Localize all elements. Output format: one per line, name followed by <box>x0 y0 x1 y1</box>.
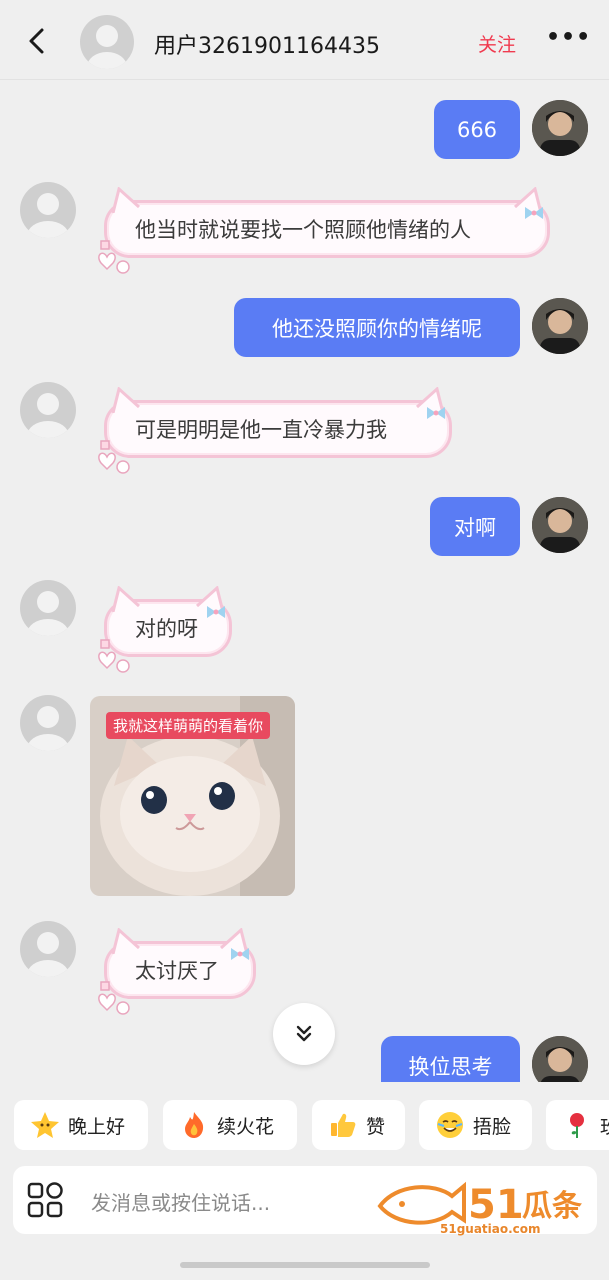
more-options-button[interactable]: ••• <box>546 27 590 54</box>
apps-grid-icon[interactable] <box>27 1182 63 1218</box>
contact-avatar[interactable] <box>20 695 76 751</box>
svg-text:瓜条: 瓜条 <box>522 1189 582 1224</box>
message-text: 对啊 <box>454 515 496 540</box>
message-text: 他当时就说要找一个照顾他情绪的人 <box>135 218 471 242</box>
scroll-to-bottom-button[interactable] <box>273 1003 335 1065</box>
quick-reply-chip[interactable]: 玫 <box>546 1100 609 1150</box>
cat-ear-icon <box>111 928 141 954</box>
thumbs-up-icon <box>331 1113 356 1137</box>
heart-charm-icon <box>98 440 130 474</box>
message-bubble-self[interactable]: 他还没照顾你的情绪呢 <box>234 298 520 357</box>
quick-reply-label: 捂脸 <box>473 1115 512 1138</box>
message-text: 太讨厌了 <box>135 959 219 983</box>
chat-header: 用户3261901164435 关注 ••• <box>0 0 609 80</box>
message-list[interactable]: 666 他当时就说要找一个照顾他情绪的人 他还没照顾你的情绪呢 可是明明是他一直… <box>0 80 609 1082</box>
quick-reply-label: 续火花 <box>217 1115 275 1138</box>
message-text: 换位思考 <box>408 1054 493 1079</box>
message-text: 他还没照顾你的情绪呢 <box>272 316 482 341</box>
cat-ear-icon <box>111 187 141 213</box>
follow-button[interactable]: 关注 <box>478 30 516 57</box>
sticker-caption: 我就这样萌萌的看着你 <box>106 712 271 739</box>
heart-charm-icon <box>98 639 130 673</box>
heart-charm-icon <box>98 240 130 274</box>
message-bubble-self[interactable]: 对啊 <box>430 497 520 556</box>
contact-avatar[interactable] <box>20 580 76 636</box>
contact-avatar[interactable] <box>20 382 76 438</box>
message-bubble-self[interactable]: 换位思考 <box>381 1036 520 1082</box>
contact-name[interactable]: 用户3261901164435 <box>154 28 380 60</box>
user-photo-icon <box>532 298 588 354</box>
chevron-left-icon[interactable] <box>22 26 52 56</box>
message-input[interactable]: 发消息或按住说话... <box>91 1187 270 1216</box>
kitten-sticker[interactable]: 我就这样萌萌的看着你 <box>90 696 295 896</box>
message-text: 666 <box>456 117 498 142</box>
quick-reply-label: 赞 <box>366 1115 386 1138</box>
quick-reply-bar[interactable]: 晚上好 续火花 赞 捂脸 玫 <box>0 1094 609 1156</box>
user-photo-icon <box>532 1036 588 1082</box>
self-avatar[interactable] <box>532 497 588 553</box>
contact-avatar[interactable] <box>80 15 134 69</box>
default-user-icon <box>27 706 69 751</box>
message-text: 可是明明是他一直冷暴力我 <box>135 418 387 442</box>
default-user-icon <box>27 193 69 238</box>
default-user-icon <box>27 591 69 636</box>
quick-reply-label: 晚上好 <box>68 1115 126 1138</box>
bow-icon <box>231 948 249 960</box>
message-bubble-contact[interactable]: 他当时就说要找一个照顾他情绪的人 <box>98 187 550 274</box>
bow-icon <box>525 207 543 219</box>
bow-icon <box>427 407 445 419</box>
default-user-icon <box>27 393 69 438</box>
rose-icon <box>570 1113 584 1138</box>
facepalm-emoji-icon <box>437 1112 463 1138</box>
message-bubble-contact[interactable]: 可是明明是他一直冷暴力我 <box>98 387 452 474</box>
heart-charm-icon <box>98 981 130 1015</box>
self-avatar[interactable] <box>532 100 588 156</box>
star-face-icon <box>31 1112 59 1138</box>
message-bubble-contact[interactable]: 太讨厌了 <box>98 928 256 1015</box>
contact-avatar[interactable] <box>20 921 76 977</box>
self-avatar[interactable] <box>532 298 588 354</box>
cat-ear-icon <box>111 586 141 612</box>
user-photo-icon <box>532 100 588 156</box>
self-avatar[interactable] <box>532 1036 588 1082</box>
message-bubble-contact[interactable]: 对的呀 <box>98 586 232 673</box>
cat-ear-icon <box>111 387 141 413</box>
message-text: 对的呀 <box>135 617 198 641</box>
default-user-icon <box>27 932 69 977</box>
double-chevron-down-icon <box>296 1025 312 1042</box>
quick-reply-chip[interactable]: 赞 <box>312 1100 405 1150</box>
bow-icon <box>207 606 225 618</box>
user-photo-icon <box>532 497 588 553</box>
contact-avatar[interactable] <box>20 182 76 238</box>
quick-reply-chip[interactable]: 捂脸 <box>419 1100 532 1150</box>
flame-icon <box>185 1112 204 1138</box>
quick-reply-chip[interactable]: 续火花 <box>163 1100 297 1150</box>
quick-reply-label: 玫 <box>600 1112 609 1139</box>
quick-reply-chip[interactable]: 晚上好 <box>14 1100 148 1150</box>
home-indicator <box>180 1262 430 1268</box>
default-user-icon <box>87 25 127 69</box>
watermark-url: 51guatiao.com <box>440 1222 541 1236</box>
message-bubble-self[interactable]: 666 <box>434 100 520 159</box>
